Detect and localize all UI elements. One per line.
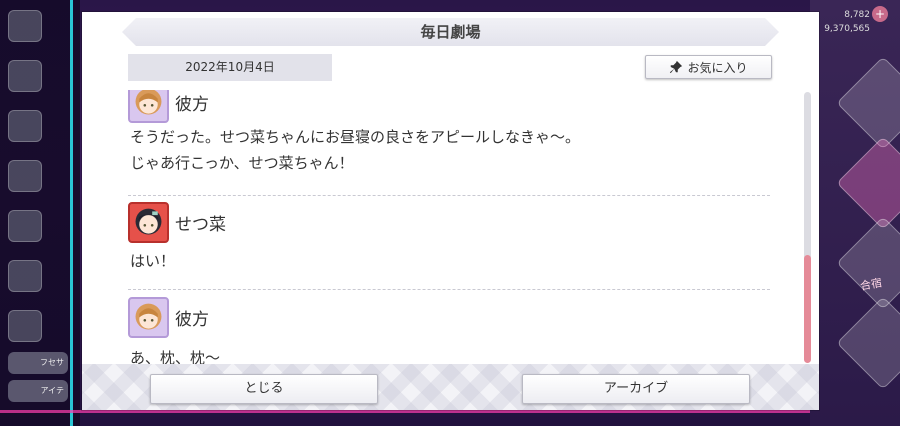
daily-theater-dialog: 毎日劇場 2022年10月4日 お気に入り 彼方 そうだった。せつ菜ちゃんにお昼…: [82, 12, 819, 410]
menu-icon[interactable]: [8, 10, 42, 42]
side-pill-2[interactable]: アイテ: [8, 380, 68, 402]
divider: [128, 195, 770, 196]
kanata-avatar: [128, 296, 169, 338]
speaker-row: せつ菜: [128, 200, 770, 244]
archive-button[interactable]: アーカイブ: [522, 374, 750, 404]
plus-icon[interactable]: +: [872, 6, 888, 22]
side-menu-button[interactable]: [8, 110, 42, 142]
scrollbar-thumb[interactable]: [804, 255, 811, 363]
dialogue-line: はい！: [130, 252, 176, 270]
speaker-row: 彼方: [128, 90, 770, 124]
right-panel: [810, 0, 900, 426]
menu-diamond[interactable]: [836, 296, 900, 390]
dialogue-line: そうだった。せつ菜ちゃんにお昼寝の良さをアピールしなきゃ〜。: [130, 128, 581, 146]
date-label: 2022年10月4日: [128, 54, 332, 81]
title-bar: 毎日劇場: [122, 18, 779, 46]
close-button[interactable]: とじる: [150, 374, 378, 404]
dialogue-entry: 彼方 あ、枕、枕〜: [128, 295, 770, 371]
favorite-button[interactable]: お気に入り: [645, 55, 772, 79]
stat-2: 9,370,565: [824, 24, 870, 34]
setsuna-avatar: [128, 201, 169, 243]
trophy-icon[interactable]: [8, 260, 42, 292]
neon-line: [70, 0, 73, 426]
gift-icon[interactable]: [8, 160, 42, 192]
side-menu-button[interactable]: [8, 60, 42, 92]
speaker-name: せつ菜: [175, 214, 226, 235]
dialog-title: 毎日劇場: [420, 23, 481, 41]
speaker-name: 彼方: [175, 94, 209, 115]
pin-icon: [670, 60, 683, 74]
divider: [128, 289, 770, 290]
stat-1: 8,782: [844, 10, 870, 20]
menu-diamond[interactable]: [836, 136, 900, 230]
dialogue-entry: せつ菜 はい！: [128, 200, 770, 274]
side-menu-button[interactable]: [8, 210, 42, 242]
kanata-avatar: [128, 90, 169, 123]
speaker-row: 彼方: [128, 295, 770, 339]
dialogue-line: じゃあ行こっか、せつ菜ちゃん！: [130, 154, 354, 172]
expand-icon[interactable]: [8, 310, 42, 342]
neon-line: [0, 410, 900, 413]
speaker-name: 彼方: [175, 309, 209, 330]
dialogue-log[interactable]: 彼方 そうだった。せつ菜ちゃんにお昼寝の良さをアピールしなきゃ〜。 じゃあ行こっ…: [128, 90, 770, 374]
menu-diamond[interactable]: [836, 216, 900, 310]
side-pill-1[interactable]: フセサ: [8, 352, 68, 374]
dialogue-entry: 彼方 そうだった。せつ菜ちゃんにお昼寝の良さをアピールしなきゃ〜。 じゃあ行こっ…: [128, 90, 770, 176]
favorite-label: お気に入り: [687, 60, 748, 75]
menu-diamond[interactable]: [836, 56, 900, 150]
